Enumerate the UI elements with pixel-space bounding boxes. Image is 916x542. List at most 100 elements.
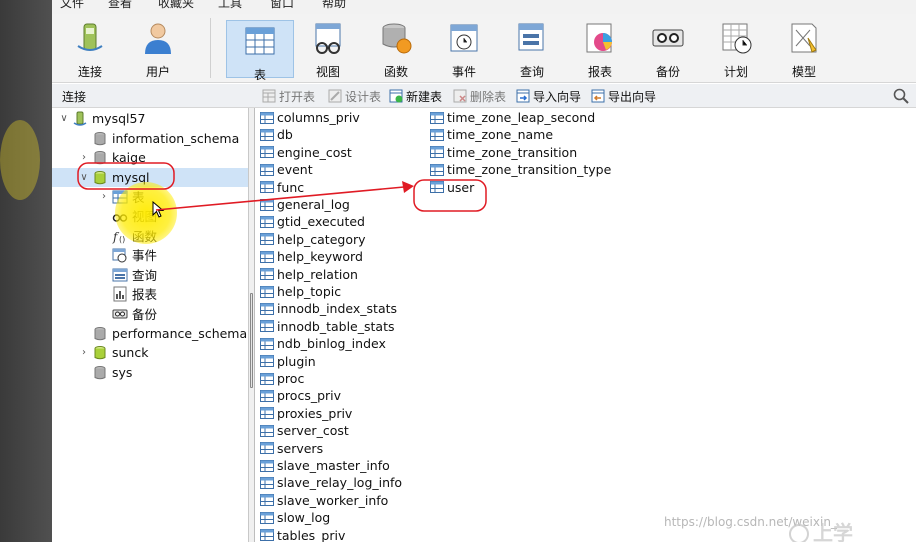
table-name: time_zone_name — [447, 127, 554, 143]
table-icon — [260, 476, 274, 489]
toolbar-user-button[interactable]: 用户 — [126, 18, 190, 79]
collapse-arrow-icon[interactable]: ∨ — [58, 113, 70, 124]
database-icon — [94, 365, 106, 379]
menu-tools[interactable]: 工具 — [218, 0, 242, 11]
query-icon — [112, 268, 128, 281]
export-wizard-button[interactable]: 导出向导 — [591, 87, 656, 105]
table-item[interactable]: db — [260, 126, 293, 143]
toolbar-event-button[interactable]: 事件 — [432, 18, 496, 79]
table-item[interactable]: time_zone_leap_second — [430, 109, 595, 126]
expand-arrow-icon[interactable]: › — [98, 191, 110, 202]
table-item[interactable]: proxies_priv — [260, 405, 352, 422]
table-item[interactable]: gtid_executed — [260, 213, 365, 230]
new-table-button[interactable]: 新建表 — [389, 87, 442, 105]
menu-help[interactable]: 帮助 — [322, 0, 346, 11]
tree-mysql-backups[interactable]: 备份 — [110, 304, 157, 323]
menu-window[interactable]: 窗口 — [270, 0, 294, 11]
toolbar-table-button[interactable]: 表 — [226, 20, 294, 82]
table-item[interactable]: procs_priv — [260, 387, 341, 404]
tree-db-sunck[interactable]: › sunck — [78, 343, 148, 362]
toolbar-report-button[interactable]: 报表 — [568, 18, 632, 79]
table-icon — [430, 181, 444, 194]
toolbar-query-button[interactable]: 查询 — [500, 18, 564, 79]
highlight-glow — [0, 120, 40, 200]
table-icon — [245, 27, 275, 55]
table-name: slave_worker_info — [277, 492, 389, 508]
table-item[interactable]: slow_log — [260, 509, 330, 526]
tree-db-performance-schema[interactable]: performance_schema — [78, 324, 247, 343]
tree-db-kaige[interactable]: › kaige — [78, 148, 146, 167]
table-icon — [430, 146, 444, 159]
table-item[interactable]: proc — [260, 370, 304, 387]
toolbar-backup-button[interactable]: 备份 — [636, 18, 700, 79]
table-item[interactable]: help_category — [260, 231, 366, 248]
menu-file[interactable]: 文件 — [60, 0, 84, 11]
search-icon[interactable] — [892, 87, 910, 105]
toolbar-schedule-button[interactable]: 计划 — [704, 18, 768, 79]
splitter-grip[interactable] — [250, 293, 253, 388]
table-item[interactable]: slave_relay_log_info — [260, 474, 402, 491]
tree-label: sys — [112, 365, 133, 380]
table-item[interactable]: time_zone_name — [430, 126, 553, 143]
tree-label: sunck — [112, 345, 149, 360]
expand-arrow-icon[interactable]: › — [78, 152, 90, 163]
table-item[interactable]: slave_master_info — [260, 457, 390, 474]
open-table-label: 打开表 — [279, 89, 316, 104]
expand-arrow-icon[interactable]: › — [78, 347, 90, 358]
event-icon — [112, 248, 127, 262]
tree-db-information-schema[interactable]: information_schema — [78, 129, 239, 148]
table-item[interactable]: time_zone_transition — [430, 144, 577, 161]
table-name: time_zone_leap_second — [447, 110, 596, 125]
import-wizard-label: 导入向导 — [533, 89, 582, 104]
tree-db-sys[interactable]: sys — [78, 363, 132, 382]
table-item[interactable]: help_keyword — [260, 248, 363, 265]
table-item[interactable]: columns_priv — [260, 109, 360, 126]
tree-mysql-queries[interactable]: 查询 — [110, 265, 157, 284]
table-icon — [260, 111, 274, 124]
table-item[interactable]: time_zone_transition_type — [430, 161, 611, 178]
import-wizard-button[interactable]: 导入向导 — [516, 87, 581, 105]
toolbar-model-button[interactable]: 模型 — [772, 18, 836, 79]
table-item[interactable]: event — [260, 161, 313, 178]
table-icon — [260, 198, 274, 211]
table-item[interactable]: engine_cost — [260, 144, 352, 161]
delete-table-button[interactable]: 删除表 — [453, 87, 506, 105]
table-name: columns_priv — [277, 110, 360, 125]
tree-mysql-reports[interactable]: 报表 — [110, 284, 157, 303]
table-icon — [260, 268, 274, 281]
table-item[interactable]: plugin — [260, 353, 316, 370]
table-item[interactable]: general_log — [260, 196, 350, 213]
table-item[interactable]: innodb_table_stats — [260, 318, 394, 335]
table-icon — [260, 494, 274, 507]
table-item[interactable]: help_topic — [260, 283, 341, 300]
tree-mysql-events[interactable]: 事件 — [110, 245, 157, 264]
table-name: tables_priv — [277, 527, 346, 542]
table-item[interactable]: user — [430, 179, 474, 196]
menu-favorites[interactable]: 收藏夹 — [158, 0, 194, 11]
table-item[interactable]: ndb_binlog_index — [260, 335, 386, 352]
panel-splitter[interactable] — [249, 108, 255, 542]
table-name: time_zone_transition_type — [447, 162, 612, 178]
database-icon — [94, 170, 106, 184]
design-table-button[interactable]: 设计表 — [328, 87, 381, 105]
table-item[interactable]: tables_priv — [260, 527, 345, 542]
table-item[interactable]: server_cost — [260, 422, 349, 439]
table-item[interactable]: func — [260, 179, 304, 196]
table-item[interactable]: innodb_index_stats — [260, 300, 397, 317]
tree-connection-mysql57[interactable]: ∨ mysql57 — [58, 109, 145, 128]
toolbar-connection-button[interactable]: 连接 — [58, 18, 122, 79]
cursor-highlight — [115, 182, 177, 244]
table-item[interactable]: slave_worker_info — [260, 492, 388, 509]
table-name: ndb_binlog_index — [277, 336, 386, 352]
watermark-logo-icon: 上学 — [789, 521, 853, 542]
table-icon — [260, 128, 274, 141]
menu-view[interactable]: 查看 — [108, 0, 132, 11]
export-wizard-label: 导出向导 — [608, 89, 657, 104]
toolbar-function-button[interactable]: 函数 — [364, 18, 428, 79]
table-item[interactable]: servers — [260, 440, 323, 457]
open-table-button[interactable]: 打开表 — [262, 87, 315, 105]
table-item[interactable]: help_relation — [260, 266, 358, 283]
table-icon — [260, 337, 274, 350]
collapse-arrow-icon[interactable]: ∨ — [78, 172, 90, 183]
toolbar-view-button[interactable]: 视图 — [296, 18, 360, 79]
